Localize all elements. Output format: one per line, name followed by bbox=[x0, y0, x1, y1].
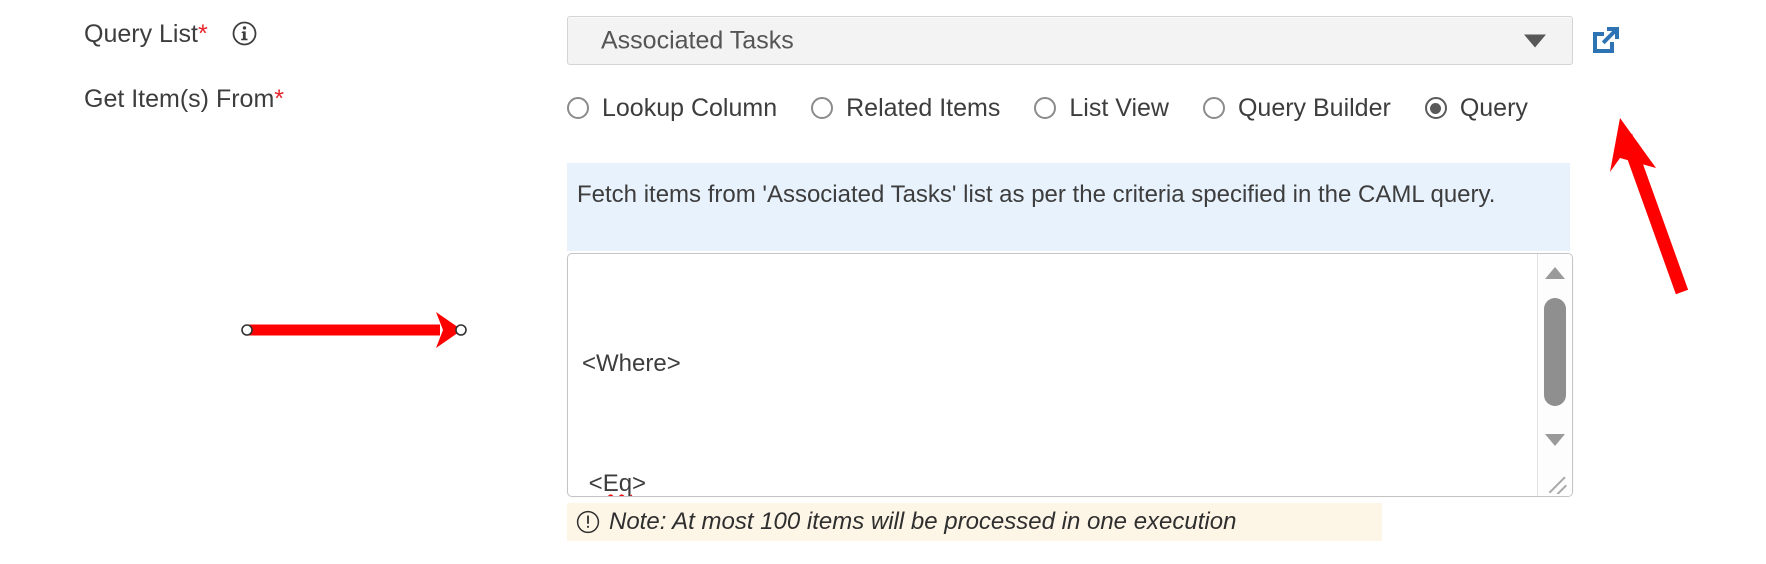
radio-label: Lookup Column bbox=[602, 93, 778, 122]
annotation-arrow-horizontal bbox=[240, 300, 470, 365]
query-list-label: Query List* bbox=[84, 20, 257, 48]
scroll-up-arrow-icon[interactable] bbox=[1545, 267, 1565, 279]
resize-grip-icon[interactable] bbox=[1540, 464, 1570, 494]
caml-query-code[interactable]: <Where> <Eq> <FieldRef Name='RelatedTick… bbox=[582, 264, 1530, 497]
get-items-from-label: Get Item(s) From* bbox=[84, 87, 284, 112]
execution-note-text: Note: At most 100 items will be processe… bbox=[609, 508, 1237, 535]
chevron-down-icon[interactable] bbox=[1524, 34, 1546, 47]
radio-option-related-items[interactable]: Related Items bbox=[811, 93, 1001, 122]
radio-option-list-view[interactable]: List View bbox=[1034, 93, 1169, 122]
exclamation-circle-icon bbox=[576, 510, 600, 534]
get-items-from-radio-group[interactable]: Lookup Column Related Items List View Qu… bbox=[567, 90, 1528, 126]
query-list-label-text: Query List bbox=[84, 20, 198, 48]
required-asterisk: * bbox=[197, 20, 208, 48]
query-list-dropdown[interactable]: Associated Tasks bbox=[567, 16, 1573, 65]
query-list-selected-value: Associated Tasks bbox=[601, 26, 794, 54]
radio-mark-icon[interactable] bbox=[1202, 97, 1225, 119]
execution-note-bar: Note: At most 100 items will be processe… bbox=[567, 503, 1382, 541]
query-description-panel: Fetch items from 'Associated Tasks' list… bbox=[567, 163, 1570, 251]
radio-label: Query Builder bbox=[1237, 93, 1391, 122]
radio-label: Query bbox=[1459, 93, 1528, 122]
info-circle-icon[interactable] bbox=[232, 21, 257, 46]
caml-textarea-scrollbar[interactable] bbox=[1537, 254, 1572, 496]
caml-line: <Where> bbox=[582, 350, 681, 377]
query-description-text: Fetch items from 'Associated Tasks' list… bbox=[577, 181, 1496, 208]
radio-option-query-builder[interactable]: Query Builder bbox=[1202, 93, 1391, 122]
radio-option-query[interactable]: Query bbox=[1424, 93, 1528, 122]
external-link-icon[interactable] bbox=[1590, 24, 1622, 56]
scroll-down-arrow-icon[interactable] bbox=[1545, 434, 1565, 446]
radio-label: Related Items bbox=[846, 93, 1001, 122]
radio-mark-icon[interactable] bbox=[1034, 97, 1057, 119]
required-asterisk: * bbox=[274, 85, 285, 113]
caml-line: <Eq> bbox=[582, 470, 647, 497]
scrollbar-thumb[interactable] bbox=[1544, 298, 1566, 406]
radio-mark-icon[interactable] bbox=[567, 97, 589, 119]
caml-query-textarea[interactable]: <Where> <Eq> <FieldRef Name='RelatedTick… bbox=[567, 253, 1573, 497]
annotation-arrow-diagonal bbox=[1590, 110, 1740, 305]
radio-label: List View bbox=[1069, 93, 1169, 122]
radio-mark-selected-icon[interactable] bbox=[1424, 97, 1447, 119]
radio-mark-icon[interactable] bbox=[811, 97, 834, 119]
get-items-from-label-text: Get Item(s) From bbox=[84, 85, 275, 113]
radio-option-lookup-column[interactable]: Lookup Column bbox=[567, 93, 778, 122]
